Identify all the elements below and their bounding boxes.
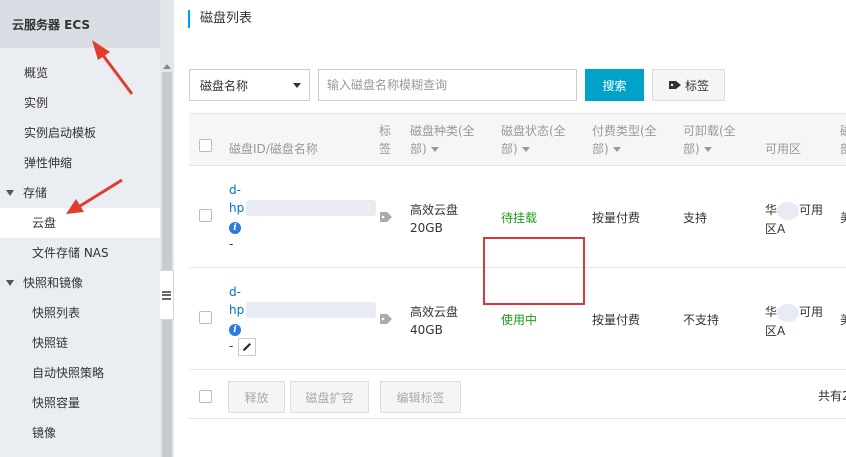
arrow-to-ecs-title <box>92 40 134 95</box>
arrow-to-cloud-disk <box>66 178 123 214</box>
annotation-arrows <box>66 40 134 214</box>
